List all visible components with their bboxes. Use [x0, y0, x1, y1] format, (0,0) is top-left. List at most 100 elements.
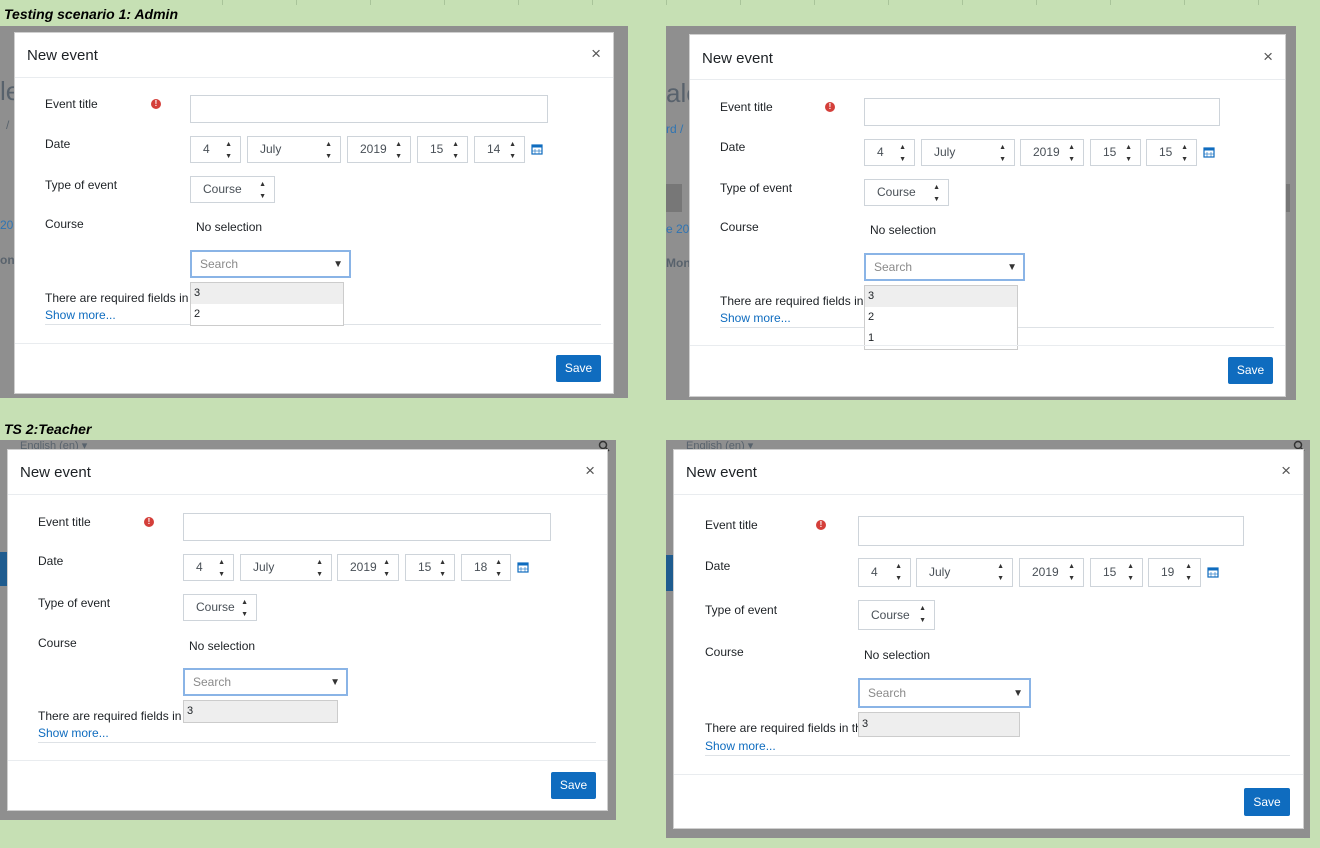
day-select[interactable]: 4 ▲ ▼ — [858, 558, 911, 587]
event-title-label: Event title — [720, 100, 773, 114]
no-selection-text: No selection — [864, 648, 931, 662]
month-value: July — [253, 560, 275, 574]
required-icon: ! — [825, 102, 835, 112]
month-select[interactable]: July ▲ ▼ — [240, 554, 332, 581]
event-title-input[interactable] — [864, 98, 1220, 126]
save-button[interactable]: Save — [556, 355, 601, 382]
grid-line — [296, 0, 297, 5]
type-of-event-label: Type of event — [720, 181, 793, 195]
course-option[interactable]: 3 — [191, 283, 343, 304]
minute-select[interactable]: 19 ▲ ▼ — [1148, 558, 1201, 587]
close-icon[interactable]: × — [1263, 48, 1273, 65]
hour-value: 15 — [1103, 145, 1117, 159]
course-label: Course — [705, 645, 744, 659]
close-icon[interactable]: × — [591, 45, 601, 62]
type-of-event-label: Type of event — [38, 596, 111, 610]
background-link-fragment: e 20 — [666, 222, 690, 236]
event-title-label: Event title — [45, 97, 98, 111]
month-select[interactable]: July ▲ ▼ — [921, 139, 1015, 166]
year-select[interactable]: 2019 ▲ ▼ — [337, 554, 399, 581]
divider — [38, 742, 596, 743]
hour-select[interactable]: 15 ▲ ▼ — [417, 136, 468, 163]
required-fields-note: There are required fields in this form m… — [705, 721, 858, 735]
scenario-1-label: Testing scenario 1: Admin — [4, 6, 178, 22]
month-value: July — [929, 565, 951, 579]
calendar-icon[interactable] — [1207, 566, 1219, 578]
new-event-dialog: New event × Event title ! Date 4 ▲ ▼ July ▲… — [673, 449, 1304, 829]
type-of-event-select[interactable]: Course ▲ ▼ — [190, 176, 275, 203]
year-select[interactable]: 2019 ▲ ▼ — [1020, 139, 1084, 166]
show-more-link[interactable]: Show more... — [705, 739, 776, 753]
dialog-title: New event — [686, 464, 757, 481]
course-option[interactable]: 3 — [865, 286, 1017, 307]
calendar-icon[interactable] — [517, 561, 529, 573]
course-option[interactable]: 3 — [184, 701, 337, 722]
type-of-event-select[interactable]: Course ▲ ▼ — [864, 179, 949, 206]
minute-select[interactable]: 15 ▲ ▼ — [1146, 139, 1197, 166]
day-select[interactable]: 4 ▲ ▼ — [864, 139, 915, 166]
course-search-input[interactable]: Search ▼ — [864, 253, 1025, 281]
dialog-header: New event × — [690, 35, 1285, 80]
event-title-input[interactable] — [858, 516, 1244, 546]
course-option[interactable]: 2 — [191, 304, 343, 325]
search-placeholder: Search — [874, 260, 913, 274]
save-button[interactable]: Save — [1228, 357, 1273, 384]
course-option[interactable]: 2 — [865, 307, 1017, 328]
minute-select[interactable]: 18 ▲ ▼ — [461, 554, 511, 581]
hour-value: 15 — [1103, 565, 1117, 579]
type-value: Course — [871, 608, 910, 622]
minute-select[interactable]: 14 ▲ ▼ — [474, 136, 525, 163]
event-title-input[interactable] — [190, 95, 548, 123]
dropdown-arrow-icon[interactable]: ▼ — [1007, 256, 1017, 280]
day-value: 4 — [196, 560, 203, 574]
footer-divider — [15, 343, 613, 344]
select-arrows-icon: ▲ ▼ — [1127, 563, 1134, 582]
day-value: 4 — [877, 145, 884, 159]
course-suggestions-list: 3 — [183, 700, 338, 723]
scenario-2-label: TS 2:Teacher — [4, 421, 92, 437]
event-title-input[interactable] — [183, 513, 551, 541]
select-arrows-icon: ▲ ▼ — [999, 144, 1006, 163]
month-select[interactable]: July ▲ ▼ — [916, 558, 1013, 587]
select-arrows-icon: ▲ ▼ — [1181, 144, 1188, 163]
day-value: 4 — [871, 565, 878, 579]
hour-select[interactable]: 15 ▲ ▼ — [405, 554, 455, 581]
hour-select[interactable]: 15 ▲ ▼ — [1090, 558, 1143, 587]
type-value: Course — [877, 185, 916, 199]
close-icon[interactable]: × — [585, 462, 595, 479]
calendar-icon[interactable] — [1203, 146, 1215, 158]
hour-value: 15 — [430, 142, 444, 156]
date-label: Date — [720, 140, 746, 154]
type-of-event-select[interactable]: Course ▲ ▼ — [183, 594, 257, 621]
grid-line — [1258, 0, 1259, 5]
dropdown-arrow-icon[interactable]: ▼ — [333, 253, 343, 277]
year-select[interactable]: 2019 ▲ ▼ — [1019, 558, 1084, 587]
day-select[interactable]: 4 ▲ ▼ — [190, 136, 241, 163]
month-select[interactable]: July ▲ ▼ — [247, 136, 341, 163]
close-icon[interactable]: × — [1281, 462, 1291, 479]
course-option[interactable]: 3 — [859, 713, 1019, 736]
footer-divider — [8, 760, 607, 761]
hour-select[interactable]: 15 ▲ ▼ — [1090, 139, 1141, 166]
hour-value: 15 — [418, 560, 432, 574]
show-more-link[interactable]: Show more... — [720, 311, 791, 325]
minute-value: 15 — [1159, 145, 1173, 159]
type-value: Course — [196, 600, 235, 614]
calendar-icon[interactable] — [531, 143, 543, 155]
show-more-link[interactable]: Show more... — [38, 726, 109, 740]
type-of-event-label: Type of event — [45, 178, 118, 192]
new-event-dialog: New event × Event title ! Date 4 ▲ ▼ July ▲… — [689, 34, 1286, 397]
type-of-event-label: Type of event — [705, 603, 778, 617]
dropdown-arrow-icon[interactable]: ▼ — [330, 671, 340, 695]
show-more-link[interactable]: Show more... — [45, 308, 116, 322]
course-search-input[interactable]: Search ▼ — [183, 668, 348, 696]
day-select[interactable]: 4 ▲ ▼ — [183, 554, 234, 581]
save-button[interactable]: Save — [1244, 788, 1290, 816]
course-search-input[interactable]: Search ▼ — [858, 678, 1031, 708]
dropdown-arrow-icon[interactable]: ▼ — [1013, 681, 1023, 707]
dialog-header: New event × — [15, 33, 613, 78]
course-search-input[interactable]: Search ▼ — [190, 250, 351, 278]
type-of-event-select[interactable]: Course ▲ ▼ — [858, 600, 935, 630]
year-select[interactable]: 2019 ▲ ▼ — [347, 136, 411, 163]
save-button[interactable]: Save — [551, 772, 596, 799]
